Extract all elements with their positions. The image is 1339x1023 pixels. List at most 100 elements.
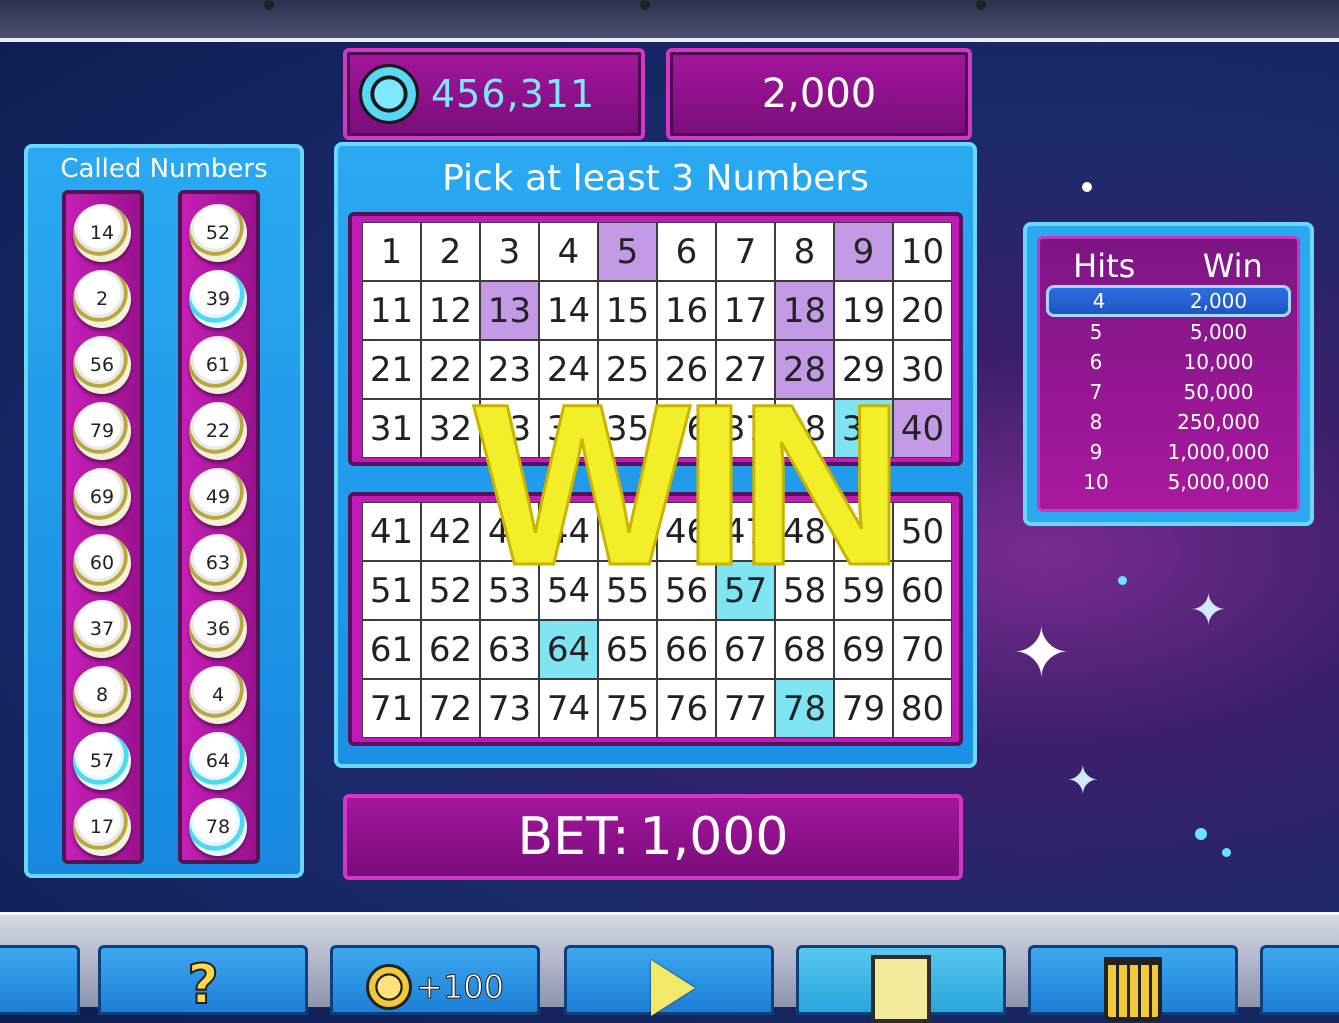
bet-label: BET: bbox=[517, 807, 630, 867]
number-cell-7[interactable]: 7 bbox=[716, 222, 775, 281]
called-ball: 63 bbox=[189, 534, 247, 592]
card-icon bbox=[871, 955, 931, 1023]
play-icon bbox=[651, 960, 695, 1016]
star-icon: ✦ bbox=[1066, 758, 1100, 804]
menu-button[interactable] bbox=[0, 945, 80, 1015]
number-cell-16[interactable]: 16 bbox=[657, 281, 716, 340]
rivet-icon bbox=[976, 0, 986, 10]
number-cell-6[interactable]: 6 bbox=[657, 222, 716, 281]
question-mark-icon: ? bbox=[186, 952, 219, 1017]
paytable-win: 10,000 bbox=[1183, 350, 1254, 374]
called-ball: 49 bbox=[189, 468, 247, 526]
number-cell-66[interactable]: 66 bbox=[657, 620, 716, 679]
paytable-hits: 6 bbox=[1089, 350, 1103, 374]
star-dot bbox=[1195, 828, 1207, 840]
number-cell-63[interactable]: 63 bbox=[480, 620, 539, 679]
called-ball: 37 bbox=[73, 600, 131, 658]
called-ball: 61 bbox=[189, 336, 247, 394]
number-cell-67[interactable]: 67 bbox=[716, 620, 775, 679]
number-cell-10[interactable]: 10 bbox=[893, 222, 952, 281]
paytable-win: 2,000 bbox=[1189, 289, 1248, 313]
balance-panel: 456,311 bbox=[343, 48, 645, 140]
clear-button[interactable] bbox=[1028, 945, 1238, 1021]
win-amount-value: 2,000 bbox=[761, 71, 877, 117]
paytable-hits: 7 bbox=[1089, 380, 1103, 404]
number-cell-74[interactable]: 74 bbox=[539, 679, 598, 738]
number-cell-15[interactable]: 15 bbox=[598, 281, 657, 340]
quick-pick-button[interactable] bbox=[796, 945, 1006, 1023]
number-cell-71[interactable]: 71 bbox=[362, 679, 421, 738]
number-cell-9[interactable]: 9 bbox=[834, 222, 893, 281]
called-ball: 78 bbox=[189, 798, 247, 856]
number-cell-79[interactable]: 79 bbox=[834, 679, 893, 738]
called-ball: 2 bbox=[73, 270, 131, 328]
win-amount-panel: 2,000 bbox=[666, 48, 972, 140]
win-banner: WIN bbox=[472, 356, 906, 613]
called-ball: 79 bbox=[73, 402, 131, 460]
paytable-win: 1,000,000 bbox=[1167, 440, 1270, 464]
number-cell-62[interactable]: 62 bbox=[421, 620, 480, 679]
number-cell-73[interactable]: 73 bbox=[480, 679, 539, 738]
number-cell-12[interactable]: 12 bbox=[421, 281, 480, 340]
number-cell-64[interactable]: 64 bbox=[539, 620, 598, 679]
called-ball: 52 bbox=[189, 204, 247, 262]
number-cell-69[interactable]: 69 bbox=[834, 620, 893, 679]
number-cell-4[interactable]: 4 bbox=[539, 222, 598, 281]
coin-icon bbox=[359, 64, 419, 124]
number-cell-3[interactable]: 3 bbox=[480, 222, 539, 281]
called-numbers-column: 14 2 56 79 69 60 37 8 57 17 bbox=[62, 190, 144, 864]
number-cell-77[interactable]: 77 bbox=[716, 679, 775, 738]
bet-button[interactable]: BET: 1,000 bbox=[343, 794, 963, 880]
called-ball: 8 bbox=[73, 666, 131, 724]
paytable-panel: Hits Win 4 2,000 5 5,000 6 10,000 7 50,000 8 250,… bbox=[1023, 222, 1314, 526]
paytable-hits: 8 bbox=[1089, 410, 1103, 434]
paytable-header: Hits Win bbox=[1040, 247, 1297, 285]
star-icon: ✦ bbox=[1190, 585, 1227, 636]
number-cell-19[interactable]: 19 bbox=[834, 281, 893, 340]
paytable-hits-header: Hits bbox=[1073, 247, 1136, 285]
called-ball: 57 bbox=[73, 732, 131, 790]
bet-value: 1,000 bbox=[639, 807, 789, 867]
called-ball: 14 bbox=[73, 204, 131, 262]
called-ball: 69 bbox=[73, 468, 131, 526]
paytable-win-header: Win bbox=[1202, 247, 1263, 285]
paytable-hits: 5 bbox=[1089, 320, 1103, 344]
star-dot bbox=[1222, 848, 1231, 857]
called-numbers-panel: Called Numbers 14 2 56 79 69 60 37 8 57 17 52 39 61… bbox=[24, 144, 304, 878]
paytable-win: 50,000 bbox=[1183, 380, 1254, 404]
number-cell-1[interactable]: 1 bbox=[362, 222, 421, 281]
number-cell-78[interactable]: 78 bbox=[775, 679, 834, 738]
play-button[interactable] bbox=[564, 945, 774, 1016]
paytable-row: 6 10,000 bbox=[1046, 347, 1291, 377]
number-cell-65[interactable]: 65 bbox=[598, 620, 657, 679]
number-cell-8[interactable]: 8 bbox=[775, 222, 834, 281]
number-cell-14[interactable]: 14 bbox=[539, 281, 598, 340]
number-cell-18[interactable]: 18 bbox=[775, 281, 834, 340]
number-cell-20[interactable]: 20 bbox=[893, 281, 952, 340]
settings-button[interactable] bbox=[1260, 945, 1339, 1015]
paytable-win: 5,000 bbox=[1189, 320, 1248, 344]
board-title: Pick at least 3 Numbers bbox=[442, 158, 869, 199]
called-numbers-column: 52 39 61 22 49 63 36 4 64 78 bbox=[178, 190, 260, 864]
number-cell-2[interactable]: 2 bbox=[421, 222, 480, 281]
help-button[interactable]: ? bbox=[98, 945, 308, 1017]
number-cell-76[interactable]: 76 bbox=[657, 679, 716, 738]
number-cell-70[interactable]: 70 bbox=[893, 620, 952, 679]
paytable-row: 10 5,000,000 bbox=[1046, 467, 1291, 497]
number-cell-11[interactable]: 11 bbox=[362, 281, 421, 340]
number-cell-61[interactable]: 61 bbox=[362, 620, 421, 679]
rivet-icon bbox=[264, 0, 274, 10]
paytable-row: 4 2,000 bbox=[1046, 285, 1291, 317]
number-cell-72[interactable]: 72 bbox=[421, 679, 480, 738]
number-cell-68[interactable]: 68 bbox=[775, 620, 834, 679]
number-cell-80[interactable]: 80 bbox=[893, 679, 952, 738]
number-cell-5[interactable]: 5 bbox=[598, 222, 657, 281]
called-ball: 64 bbox=[189, 732, 247, 790]
number-cell-13[interactable]: 13 bbox=[480, 281, 539, 340]
number-cell-75[interactable]: 75 bbox=[598, 679, 657, 738]
paytable-hits: 4 bbox=[1092, 289, 1106, 313]
paytable-row: 7 50,000 bbox=[1046, 377, 1291, 407]
number-cell-17[interactable]: 17 bbox=[716, 281, 775, 340]
paytable-row: 8 250,000 bbox=[1046, 407, 1291, 437]
add-coins-button[interactable]: +100 bbox=[330, 945, 540, 1015]
